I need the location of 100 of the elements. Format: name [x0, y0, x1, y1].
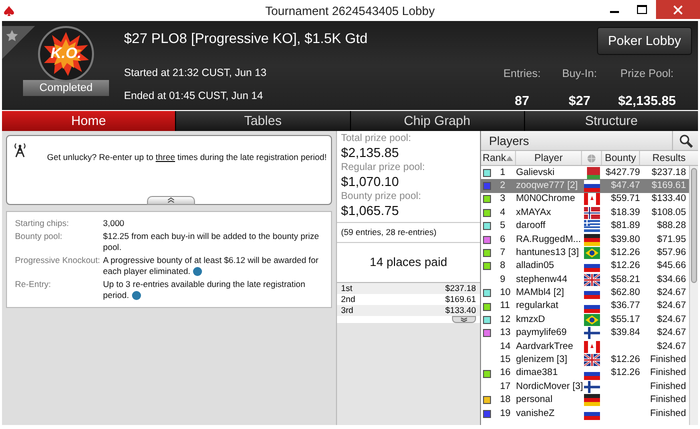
- player-row[interactable]: 5 darooff $81.89 $88.28: [481, 220, 689, 233]
- player-row[interactable]: 18 personal Finished: [481, 394, 689, 408]
- player-name: Galievski: [516, 166, 556, 180]
- flag-icon: [584, 180, 600, 192]
- bounty-amount: $12.26: [610, 354, 640, 366]
- detail-label: Bounty pool:: [15, 231, 64, 243]
- player-row[interactable]: 14 AardvarkTree $24.67: [481, 340, 689, 354]
- bounty-amount: $12.26: [610, 260, 640, 272]
- rank-number: 2: [500, 178, 506, 193]
- tab[interactable]: Chip Graph: [350, 111, 524, 131]
- result-value: $24.67: [656, 314, 686, 325]
- sort-ascending-icon: [506, 156, 513, 160]
- prize-value: $1,070.10: [341, 174, 400, 189]
- player-row[interactable]: 15 glenizem [3] $12.26 Finished: [481, 353, 689, 367]
- rank-number: 11: [500, 299, 510, 314]
- expand-icon: [460, 316, 468, 322]
- tab[interactable]: Structure: [524, 111, 698, 131]
- stat-label: Entries:: [503, 67, 541, 82]
- stat-label: Buy-In:: [562, 67, 597, 82]
- rank-number: 9: [500, 272, 506, 287]
- status-ribbon: Completed: [23, 80, 109, 96]
- info-icon[interactable]: [193, 267, 202, 276]
- result-value: $88.28: [656, 220, 686, 232]
- panel-title: Players: [489, 132, 530, 150]
- antenna-icon: [13, 142, 27, 158]
- player-name: xMAYAx: [516, 206, 552, 220]
- scrollbar[interactable]: [689, 166, 698, 425]
- detail-value: A progressive bounty of at least $6.12 will be awarded for each player eliminated.: [103, 255, 320, 277]
- player-row[interactable]: 13 paymylife69 $39.84 $24.67: [481, 326, 689, 340]
- player-name: regularkat: [516, 299, 560, 314]
- player-row[interactable]: 9 stephenw44 $58.21 $34.66: [481, 273, 689, 287]
- tab[interactable]: Home: [2, 111, 176, 131]
- collapse-icon: [167, 197, 175, 203]
- rank-number: 17: [500, 380, 511, 394]
- close-button[interactable]: [656, 0, 700, 19]
- player-row[interactable]: 17 NordicMover [3] Finished: [481, 380, 689, 394]
- result-value: Finished: [650, 408, 686, 419]
- flag-icon: [584, 234, 600, 246]
- result-value: $34.66: [656, 274, 686, 285]
- column-header[interactable]: Player: [516, 151, 582, 165]
- flag-icon: [584, 380, 600, 393]
- player-row[interactable]: 7 hantunes13 [3] $12.26 $57.96: [481, 246, 689, 260]
- column-header[interactable]: Results: [640, 151, 698, 165]
- prize-label: Bounty prize pool:: [341, 191, 422, 203]
- player-row[interactable]: 16 dimae381 $12.26 Finished: [481, 366, 689, 380]
- bounty-amount: $39.84: [610, 327, 640, 338]
- player-row[interactable]: 8 alladin05 $12.26 $45.66: [481, 260, 689, 274]
- column-header[interactable]: Bounty: [602, 151, 640, 165]
- bounty-amount: $81.89: [610, 220, 640, 232]
- player-row[interactable]: 10 MAMbl4 [2] $62.80 $24.67: [481, 286, 689, 300]
- detail-value: 3,000: [103, 218, 124, 229]
- favorite-star-icon[interactable]: [2, 26, 35, 59]
- player-row[interactable]: 6 RA.RuggedM... $39.80 $71.95: [481, 232, 689, 246]
- bounty-amount: $36.77: [610, 300, 640, 312]
- rank-number: 19: [500, 406, 511, 421]
- player-row[interactable]: 4 xMAYAx $18.39 $108.05: [481, 206, 689, 220]
- flag-icon: [584, 220, 600, 232]
- rank-number: 18: [500, 393, 511, 408]
- player-row[interactable]: 1 Galievski $427.79 $237.18: [481, 166, 689, 180]
- payout-place: 3rd: [341, 304, 354, 316]
- payout-place: 1st: [341, 282, 352, 294]
- player-row[interactable]: 3 M0N0Chrome $59.71 $133.40: [481, 192, 689, 206]
- player-name: vanisheZ: [516, 406, 556, 421]
- collapse-button[interactable]: [147, 196, 195, 205]
- rank-number: 5: [500, 219, 506, 234]
- player-name: M0N0Chrome: [516, 192, 576, 206]
- result-value: $71.95: [656, 234, 686, 245]
- player-name: stephenw44: [516, 272, 568, 287]
- column-header[interactable]: Rank: [481, 151, 516, 165]
- bounty-amount: $12.26: [610, 246, 640, 258]
- bounty-amount: $55.17: [610, 314, 640, 325]
- player-name: darooff: [516, 219, 546, 234]
- flag-icon: [584, 327, 600, 340]
- result-value: Finished: [650, 367, 686, 378]
- player-name: alladin05: [516, 259, 556, 274]
- bounty-amount: $47.47: [610, 180, 640, 191]
- player-row[interactable]: 11 regularkat $36.77 $24.67: [481, 300, 689, 314]
- payout-amount: $237.18: [445, 282, 476, 294]
- result-value: $57.96: [656, 246, 686, 258]
- tournament-name: $27 PLO8 [Progressive KO], $1.5K Gtd: [124, 30, 368, 47]
- player-name: hantunes13 [3]: [516, 246, 580, 260]
- player-row[interactable]: 19 vanisheZ Finished: [481, 407, 689, 420]
- player-name: NordicMover [3]: [516, 380, 582, 394]
- tab[interactable]: Tables: [176, 111, 350, 131]
- poker-lobby-button[interactable]: Poker Lobby: [597, 27, 692, 55]
- logo-text: K.O.: [50, 44, 82, 64]
- detail-value: $12.25 from each buy-in will be added to the bounty prize pool.: [103, 231, 320, 253]
- rank-number: 7: [500, 246, 506, 260]
- info-icon[interactable]: [132, 291, 141, 300]
- rank-number: 14: [500, 340, 511, 354]
- player-name: MAMbl4 [2]: [516, 286, 566, 300]
- result-value: $108.05: [652, 206, 686, 218]
- result-value: Finished: [650, 380, 686, 392]
- result-value: $24.67: [656, 340, 686, 352]
- bounty-amount: $12.26: [610, 367, 640, 378]
- player-row[interactable]: 12 kmzxD $55.17 $24.67: [481, 313, 689, 327]
- bounty-amount: $427.79: [606, 166, 640, 178]
- payout-amount: $169.61: [445, 294, 476, 305]
- end-time: Ended at 01:45 CUST, Jun 14: [124, 90, 264, 103]
- player-name: RA.RuggedM...: [516, 232, 582, 247]
